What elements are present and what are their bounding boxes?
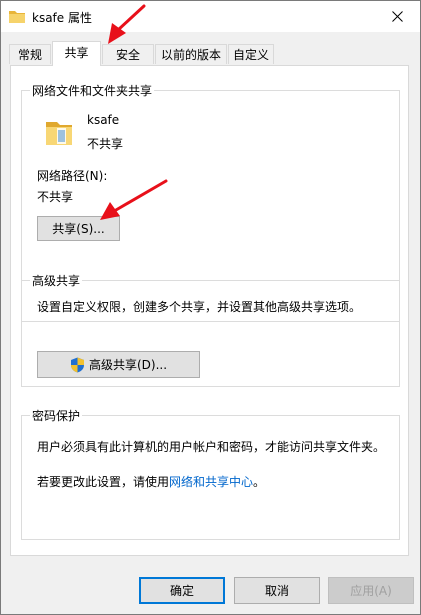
group-title: 网络文件和文件夹共享: [30, 82, 155, 99]
change-text-prefix: 若要更改此设置，请使用: [37, 475, 170, 489]
ok-button[interactable]: 确定: [139, 577, 225, 604]
tab-sharing[interactable]: 共享: [52, 41, 101, 66]
cancel-button[interactable]: 取消: [234, 577, 320, 604]
properties-dialog: ksafe 属性 常规 共享 安全 以前的版本 自定义 网络文件和文件夹共享 k…: [0, 0, 421, 615]
advanced-sharing-description: 设置自定义权限，创建多个共享，并设置其他高级共享选项。: [37, 300, 362, 314]
close-icon: [391, 11, 403, 22]
advanced-sharing-button[interactable]: 高级共享(D)...: [37, 351, 200, 378]
ok-button-label: 确定: [169, 584, 194, 598]
tab-customize[interactable]: 自定义: [228, 44, 274, 64]
folder-icon: [9, 11, 25, 23]
sharing-panel: 网络文件和文件夹共享 ksafe 不共享 网络路径(N): 不共享 共享(S).…: [10, 65, 409, 556]
apply-button: 应用(A): [328, 577, 414, 604]
change-text-suffix: 。: [253, 475, 266, 489]
apply-button-label: 应用(A): [350, 584, 392, 598]
network-path-label: 网络路径(N):: [37, 169, 108, 183]
shield-icon: [70, 357, 84, 372]
tab-security[interactable]: 安全: [102, 44, 154, 64]
folder-share-status: 不共享: [87, 137, 124, 151]
window-title: ksafe 属性: [32, 11, 92, 25]
network-path-value: 不共享: [37, 190, 74, 204]
folder-icon: [46, 122, 72, 145]
tab-previous-versions[interactable]: 以前的版本: [155, 44, 227, 64]
title-bar: ksafe 属性: [1, 1, 420, 32]
password-protection-description: 用户必须具有此计算机的用户帐户和密码，才能访问共享文件夹。: [37, 440, 386, 454]
tab-strip: 常规 共享 安全 以前的版本 自定义: [1, 32, 420, 66]
group-title: 密码保护: [30, 407, 83, 424]
password-protection-group: 密码保护 用户必须具有此计算机的用户帐户和密码，才能访问共享文件夹。 若要更改此…: [21, 407, 400, 540]
close-button[interactable]: [374, 1, 420, 32]
share-button[interactable]: 共享(S)...: [37, 216, 120, 241]
tab-general[interactable]: 常规: [9, 44, 51, 64]
cancel-button-label: 取消: [264, 584, 289, 598]
folder-name: ksafe: [87, 113, 120, 127]
password-protection-change-text: 若要更改此设置，请使用网络和共享中心。: [37, 473, 265, 490]
share-button-label: 共享(S)...: [52, 222, 105, 236]
advanced-sharing-group: 高级共享 设置自定义权限，创建多个共享，并设置其他高级共享选项。 高级共享(D)…: [21, 272, 400, 387]
group-title: 高级共享: [30, 272, 83, 289]
network-sharing-center-link[interactable]: 网络和共享中心: [169, 475, 253, 489]
advanced-sharing-button-label: 高级共享(D)...: [88, 358, 168, 372]
